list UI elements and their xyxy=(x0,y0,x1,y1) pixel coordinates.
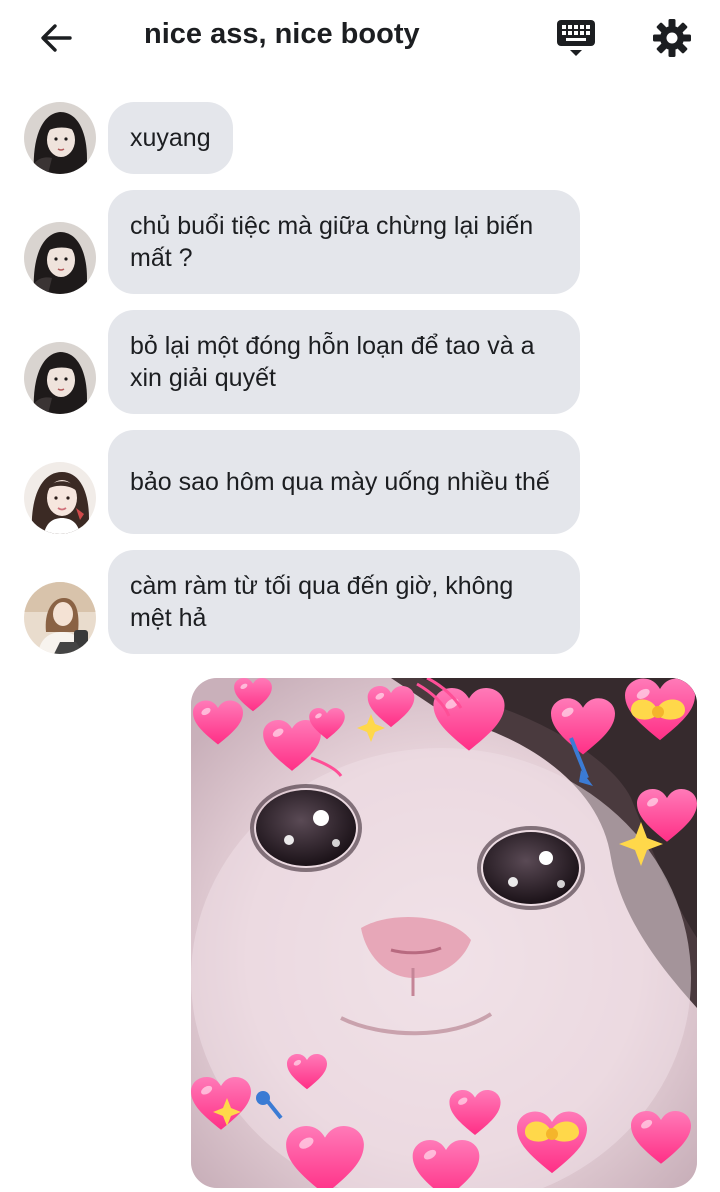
chat-title[interactable]: nice ass, nice booty xyxy=(144,18,420,51)
message-text: chủ buổi tiệc mà giữa chừng lại biến mất… xyxy=(130,212,534,272)
avatar[interactable] xyxy=(24,102,96,174)
chat-header: nice ass, nice booty xyxy=(0,0,720,76)
message-row: bỏ lại một đóng hỗn loạn để tao và a xin… xyxy=(0,310,720,414)
message-bubble[interactable]: bảo sao hôm qua mày uống nhiều thế xyxy=(108,430,580,534)
crying-cat-hearts-sticker-icon xyxy=(191,678,697,1188)
settings-button[interactable] xyxy=(646,12,698,64)
message-bubble[interactable]: càm ràm từ tối qua đến giờ, không mệt hả xyxy=(108,550,580,654)
message-row: xuyang xyxy=(0,100,720,176)
message-row: chủ buổi tiệc mà giữa chừng lại biến mất… xyxy=(0,190,720,294)
message-text: bảo sao hôm qua mày uống nhiều thế xyxy=(130,468,550,496)
message-text: bỏ lại một đóng hỗn loạn để tao và a xin… xyxy=(130,332,535,392)
avatar[interactable] xyxy=(24,342,96,414)
arrow-left-icon xyxy=(41,24,72,52)
message-bubble[interactable]: chủ buổi tiệc mà giữa chừng lại biến mất… xyxy=(108,190,580,294)
message-bubble[interactable]: bỏ lại một đóng hỗn loạn để tao và a xin… xyxy=(108,310,580,414)
avatar-girl-dark-icon xyxy=(24,102,96,174)
avatar[interactable] xyxy=(24,222,96,294)
gear-icon xyxy=(653,19,691,57)
message-text: xuyang xyxy=(130,124,211,152)
keyboard-button[interactable] xyxy=(550,12,602,64)
avatar-girl-light-icon xyxy=(24,462,96,534)
back-button[interactable] xyxy=(30,12,82,64)
message-text: càm ràm từ tối qua đến giờ, không mệt hả xyxy=(130,572,514,632)
image-message[interactable] xyxy=(191,678,697,1188)
message-row: càm ràm từ tối qua đến giờ, không mệt hả xyxy=(0,550,720,654)
avatar[interactable] xyxy=(24,582,96,654)
avatar-girl-beige-icon xyxy=(24,582,96,654)
message-row: bảo sao hôm qua mày uống nhiều thế xyxy=(0,430,720,534)
avatar-girl-dark-icon xyxy=(24,342,96,414)
avatar-girl-dark-icon xyxy=(24,222,96,294)
avatar[interactable] xyxy=(24,462,96,534)
keyboard-icon xyxy=(557,20,595,56)
message-bubble[interactable]: xuyang xyxy=(108,102,233,174)
